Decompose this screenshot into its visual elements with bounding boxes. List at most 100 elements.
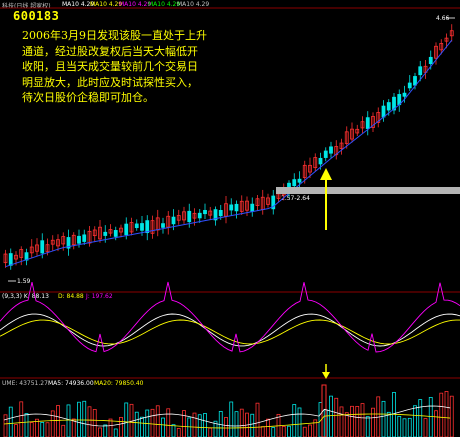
volume-bar <box>176 427 181 437</box>
volume-bar <box>439 392 444 437</box>
volume-bar <box>423 418 428 437</box>
volume-bar <box>434 410 438 437</box>
candle-body <box>229 204 234 211</box>
volume-bar <box>140 416 144 437</box>
volume-bar <box>428 397 433 437</box>
volume-bar <box>108 418 113 437</box>
volume-bar <box>155 405 160 437</box>
signal-band <box>276 187 460 194</box>
candle-body <box>418 66 423 76</box>
volume-bar <box>3 414 8 437</box>
volume-bar <box>40 421 45 437</box>
volume-bar <box>329 395 333 437</box>
volume-bar <box>397 415 402 437</box>
volume-bar <box>56 405 60 437</box>
candle-body <box>218 210 223 217</box>
candle-body <box>171 216 176 225</box>
volume-bar <box>103 424 108 437</box>
volume-bar <box>19 401 24 437</box>
volume-bar <box>287 425 291 437</box>
volume-bar <box>344 412 349 437</box>
volume-bar <box>418 399 423 437</box>
candle-body <box>145 220 150 234</box>
volume-bar <box>113 428 118 437</box>
candle-body <box>365 117 370 129</box>
volume-bar <box>224 417 228 437</box>
volume-bar <box>250 413 255 437</box>
buy-signal-arrowhead <box>320 168 332 180</box>
candle-body <box>103 231 108 236</box>
candle-body <box>250 203 255 212</box>
volume-bar <box>61 424 66 437</box>
volume-bar <box>50 410 55 437</box>
volume-bar <box>371 407 375 437</box>
volume-bar <box>171 424 176 437</box>
volume-bar <box>386 411 391 437</box>
volume-bar <box>334 397 339 437</box>
volume-bar <box>197 414 202 437</box>
volume-bar <box>134 411 139 437</box>
candle-body <box>386 102 391 111</box>
kdj-j-line <box>0 281 460 353</box>
volume-bar <box>271 427 276 437</box>
candle-body <box>323 150 328 158</box>
candle-body <box>428 56 433 64</box>
candlestick-chart <box>0 7 460 437</box>
volume-bar <box>292 404 297 437</box>
volume-bar <box>229 401 234 437</box>
volume-bar <box>355 405 360 437</box>
volume-bar <box>24 413 29 437</box>
volume-bar <box>150 408 155 437</box>
candle-body <box>77 235 81 244</box>
volume-bar <box>14 424 18 437</box>
candle-body <box>161 223 165 228</box>
candle-body <box>297 178 302 183</box>
volume-bar <box>124 402 129 437</box>
candle-body <box>402 92 407 97</box>
volume-bar <box>29 422 34 437</box>
kdj-d-line <box>0 319 460 345</box>
volume-bar <box>266 418 270 437</box>
volume-bar <box>166 408 171 437</box>
volume-bar <box>255 402 260 437</box>
volume-bar <box>98 427 102 437</box>
candle-body <box>318 157 323 165</box>
candle-body <box>82 234 87 242</box>
volume-bar <box>365 416 370 437</box>
volume-bar <box>87 406 92 437</box>
candle-body <box>234 203 239 212</box>
volume-bar <box>239 408 244 437</box>
volume-bar <box>203 413 207 437</box>
volume-bar <box>45 422 50 437</box>
volume-bar <box>8 406 13 437</box>
candle-body <box>113 230 118 237</box>
candle-body <box>140 223 144 231</box>
volume-bar <box>192 412 197 437</box>
volume-bar <box>381 400 386 437</box>
candle-body <box>407 82 412 89</box>
volume-bar <box>82 400 87 437</box>
volume-bar <box>350 405 354 437</box>
candle-body <box>8 253 13 266</box>
candle-body <box>187 210 192 223</box>
candle-body <box>381 105 386 118</box>
candle-body <box>292 179 297 187</box>
volume-bar <box>308 424 312 437</box>
stock-chart-window: 科技(日线 超家权) MA10 4.29 MA10 4.29 MA10 4.29… <box>0 0 460 437</box>
candle-body <box>197 212 202 219</box>
volume-bar <box>208 427 213 437</box>
volume-bar <box>413 405 417 437</box>
volume-bar <box>182 410 186 437</box>
candle-body <box>40 240 45 254</box>
volume-bar <box>449 395 454 437</box>
volume-bar <box>360 403 365 437</box>
volume-bar <box>407 417 412 437</box>
volume-bar <box>444 391 449 437</box>
volume-bar <box>297 407 302 437</box>
volume-bar <box>66 404 71 437</box>
moving-average-line <box>5 39 453 268</box>
volume-bar <box>119 416 123 437</box>
volume-bar <box>402 418 407 437</box>
volume-bar <box>234 411 239 437</box>
candle-body <box>203 209 207 215</box>
